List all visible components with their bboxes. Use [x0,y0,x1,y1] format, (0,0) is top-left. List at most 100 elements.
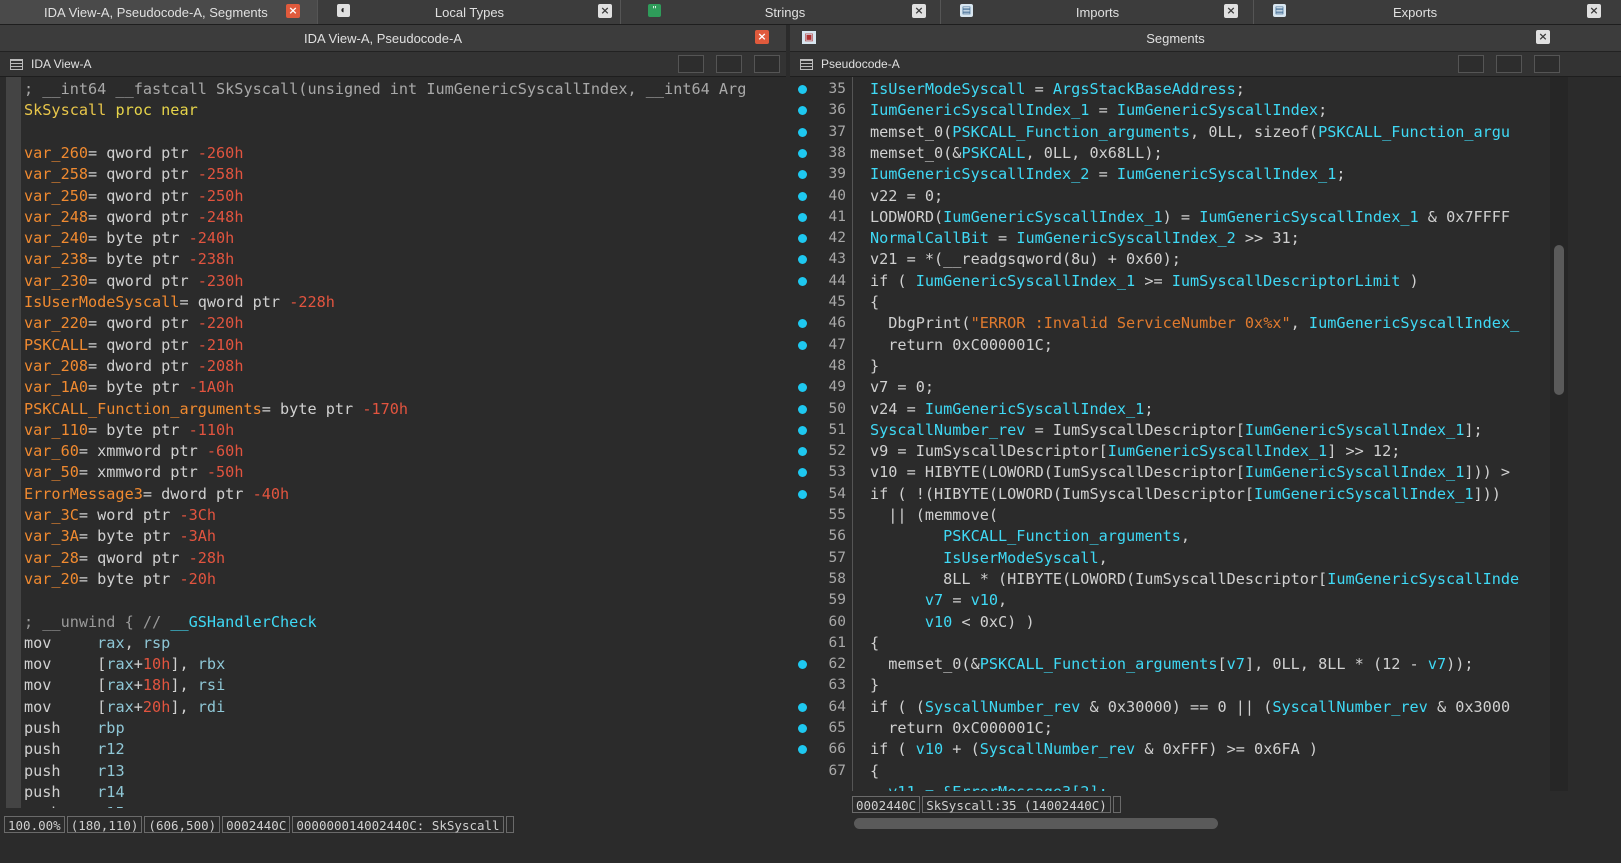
vertical-scrollbar[interactable] [1550,77,1568,791]
listing-line[interactable]: var_110= byte ptr -110h [24,420,234,441]
listing-line[interactable]: mov [rax+18h], rsi [24,675,225,696]
breakpoint-dot-icon[interactable] [798,447,807,457]
breakpoint-dot-icon[interactable] [798,212,807,222]
breakpoint-dot-icon[interactable] [798,383,807,393]
pseudocode-line[interactable]: 8LL * (HIBYTE(LOWORD(IumSyscallDescripto… [870,569,1519,590]
listing-line[interactable]: push r14 [24,782,125,803]
float-window-button[interactable] [678,55,704,73]
float-window-button[interactable] [1458,55,1484,73]
pseudocode-line[interactable]: DbgPrint("ERROR :Invalid ServiceNumber 0… [870,313,1519,334]
breakpoint-dot-icon[interactable] [798,234,807,244]
listing-line[interactable]: var_258= qword ptr -258h [24,164,243,185]
listing-line[interactable]: var_208= dword ptr -208h [24,356,243,377]
close-window-button[interactable] [754,55,780,73]
subtab-segments[interactable]: ▣ Segments × [790,25,1621,52]
tab-exports[interactable]: ▤ Exports × [1255,0,1621,24]
listing-line[interactable]: mov [rax+10h], rbx [24,654,225,675]
listing-line[interactable]: var_3A= byte ptr -3Ah [24,526,216,547]
breakpoint-dot-icon[interactable] [798,148,807,158]
pseudocode-line[interactable]: v9 = IumSyscallDescriptor[IumGenericSysc… [870,441,1400,462]
scrollbar-thumb[interactable] [854,818,1218,829]
listing-line[interactable]: PSKCALL_Function_arguments= byte ptr -17… [24,399,408,420]
pseudocode-line[interactable]: { [870,761,879,782]
pseudocode-line[interactable]: } [870,356,879,377]
listing-line[interactable]: var_3C= word ptr -3Ch [24,505,216,526]
listing-line[interactable]: var_1A0= byte ptr -1A0h [24,377,234,398]
restore-window-button[interactable] [1496,55,1522,73]
listing-line[interactable]: var_60= xmmword ptr -60h [24,441,243,462]
pseudocode-line[interactable]: NormalCallBit = IumGenericSyscallIndex_2… [870,228,1300,249]
close-icon[interactable]: × [755,30,769,44]
horizontal-scrollbar[interactable] [852,816,1552,831]
listing-line[interactable]: SkSyscall proc near [24,100,198,121]
pseudocode-line[interactable]: LODWORD(IumGenericSyscallIndex_1) = IumG… [870,207,1510,228]
listing-line[interactable]: push rbp [24,718,125,739]
pseudocode-line[interactable]: if ( !(HIBYTE(LOWORD(IumSyscallDescripto… [870,484,1501,505]
listing-line[interactable]: ; __unwind { // __GSHandlerCheck [24,612,317,633]
pseudocode-line[interactable]: IumGenericSyscallIndex_1 = IumGenericSys… [870,100,1327,121]
pseudocode-line[interactable]: v22 = 0; [870,186,943,207]
pseudocode-view[interactable]: 35 IsUserModeSyscall = ArgsStackBaseAddre… [790,77,1550,791]
listing-line[interactable]: push r12 [24,739,125,760]
pseudocode-line[interactable]: { [870,292,879,313]
pseudocode-line[interactable]: PSKCALL_Function_arguments, [870,526,1190,547]
listing-line[interactable]: push r13 [24,761,125,782]
close-icon[interactable]: × [1536,30,1550,44]
tab-imports[interactable]: ▤ Imports × [942,0,1254,24]
pseudocode-line[interactable]: memset_0(&PSKCALL, 0LL, 0x68LL); [870,143,1163,164]
scrollbar-thumb[interactable] [1554,245,1564,395]
listing-line[interactable]: ; __int64 __fastcall SkSyscall(unsigned … [24,79,746,100]
listing-line[interactable]: var_230= qword ptr -230h [24,271,243,292]
disassembly-listing[interactable]: ; __int64 __fastcall SkSyscall(unsigned … [0,77,786,808]
breakpoint-dot-icon[interactable] [798,702,807,712]
listing-line[interactable]: var_250= qword ptr -250h [24,186,243,207]
pseudocode-line[interactable]: return 0xC000001C; [870,335,1053,356]
pseudocode-line[interactable]: SyscallNumber_rev = IumSyscallDescriptor… [870,420,1483,441]
breakpoint-dot-icon[interactable] [798,85,807,94]
breakpoint-dot-icon[interactable] [798,127,807,137]
listing-line[interactable]: var_240= byte ptr -240h [24,228,234,249]
pseudocode-line[interactable]: v10 < 0xC) ) [870,612,1035,633]
breakpoint-dot-icon[interactable] [798,489,807,499]
breakpoint-dot-icon[interactable] [798,724,807,733]
listing-line[interactable]: var_248= qword ptr -248h [24,207,243,228]
close-window-button[interactable] [1534,55,1560,73]
close-icon[interactable]: × [912,4,926,18]
breakpoint-dot-icon[interactable] [798,660,807,670]
tab-ida-view-pseudocode-segments[interactable]: IDA View-A, Pseudocode-A, Segments × [0,0,318,24]
breakpoint-dot-icon[interactable] [798,425,807,435]
pseudocode-line[interactable]: || (memmove( [870,505,998,526]
pseudocode-line[interactable]: v11 = &ErrorMessage3[2]; [870,782,1107,791]
pseudocode-line[interactable]: IumGenericSyscallIndex_2 = IumGenericSys… [870,164,1346,185]
pseudocode-line[interactable]: { [870,633,879,654]
tab-strings[interactable]: " Strings × [630,0,941,24]
breakpoint-dot-icon[interactable] [798,404,807,414]
pseudocode-line[interactable]: memset_0(PSKCALL_Function_arguments, 0LL… [870,122,1510,143]
pseudocode-line[interactable]: if ( IumGenericSyscallIndex_1 >= IumSysc… [870,271,1419,292]
close-icon[interactable]: × [1224,4,1238,18]
breakpoint-dot-icon[interactable] [798,255,807,265]
listing-line[interactable]: var_50= xmmword ptr -50h [24,462,243,483]
close-icon[interactable]: × [598,4,612,18]
tab-local-types[interactable]: ◐ Local Types × [319,0,621,24]
listing-line[interactable]: var_28= qword ptr -28h [24,548,225,569]
listing-line[interactable]: ErrorMessage3= dword ptr -40h [24,484,289,505]
listing-line[interactable]: PSKCALL= qword ptr -210h [24,335,243,356]
listing-line[interactable]: IsUserModeSyscall= qword ptr -228h [24,292,335,313]
listing-line[interactable]: var_220= qword ptr -220h [24,313,243,334]
pseudocode-line[interactable]: v7 = v10, [870,590,1007,611]
listing-line[interactable]: mov rax, rsp [24,633,170,654]
pseudocode-line[interactable]: v24 = IumGenericSyscallIndex_1; [870,399,1153,420]
close-icon[interactable]: × [286,4,300,18]
close-icon[interactable]: × [1587,4,1601,18]
pseudocode-line[interactable]: IsUserModeSyscall = ArgsStackBaseAddress… [870,79,1245,100]
breakpoint-dot-icon[interactable] [798,276,807,286]
listing-line[interactable]: mov [rax+20h], rdi [24,697,225,718]
breakpoint-dot-icon[interactable] [798,319,807,329]
listing-line[interactable]: push r15 [24,803,125,808]
restore-window-button[interactable] [716,55,742,73]
breakpoint-dot-icon[interactable] [798,191,807,201]
breakpoint-dot-icon[interactable] [798,340,807,350]
breakpoint-dot-icon[interactable] [798,170,807,180]
pseudocode-line[interactable]: if ( v10 + (SyscallNumber_rev & 0xFFF) >… [870,739,1318,760]
